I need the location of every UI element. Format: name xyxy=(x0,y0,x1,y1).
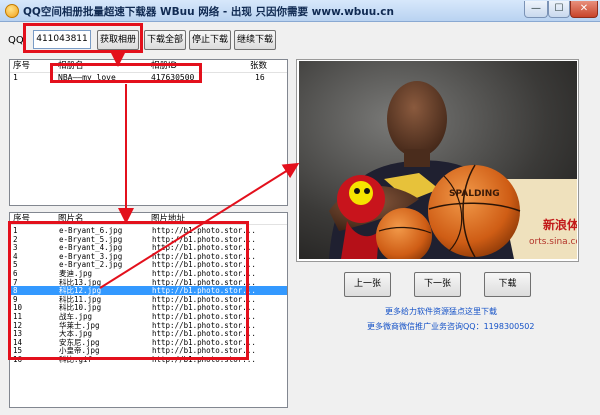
download-photo-button[interactable]: 下载 xyxy=(484,272,531,297)
next-photo-button[interactable]: 下一张 xyxy=(414,272,461,297)
annotation-arrows xyxy=(99,51,300,289)
contact-qq-link[interactable]: 更多微商微信推广业务咨询QQ：1198300502 xyxy=(367,321,535,332)
previous-photo-button[interactable]: 上一张 xyxy=(344,272,391,297)
arrow-photo-to-preview xyxy=(99,162,300,289)
more-software-link[interactable]: 更多给力软件资源猛点这里下载 xyxy=(385,306,497,317)
